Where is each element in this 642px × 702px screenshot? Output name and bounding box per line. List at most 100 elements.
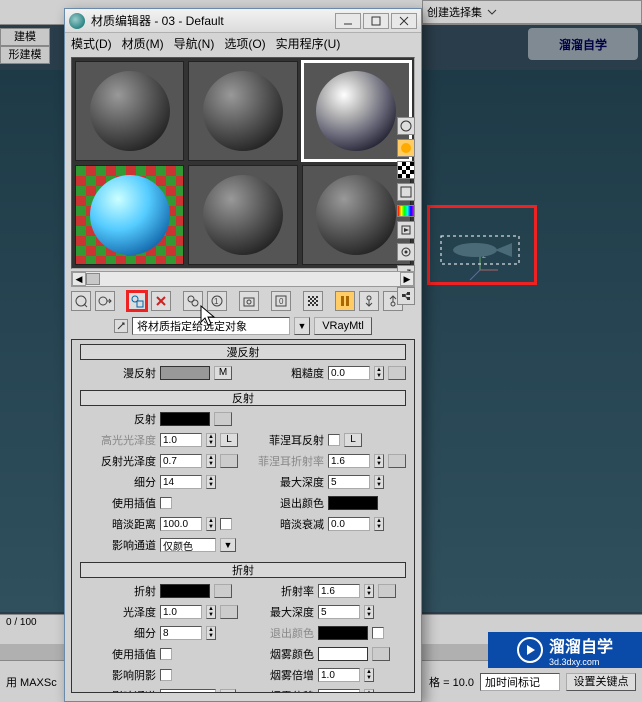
put-to-library-icon[interactable] [239, 291, 259, 311]
r-max-depth-spinner[interactable]: ▲▼ [364, 605, 374, 619]
options-icon[interactable] [397, 243, 415, 261]
fog-mult-input[interactable]: 1.0 [318, 668, 360, 682]
exit-color-swatch[interactable] [328, 496, 378, 510]
material-map-nav-icon[interactable] [397, 287, 415, 305]
bg-tab-modeling[interactable]: 建模 [0, 28, 50, 46]
ior-spinner[interactable]: ▲▼ [364, 584, 374, 598]
subdiv-spinner[interactable]: ▲▼ [206, 475, 216, 489]
section-header-refraction[interactable]: 折射 [80, 562, 406, 578]
r-affect-channel-combo[interactable]: 仅颜色 [160, 689, 216, 693]
roughness-spinner[interactable]: ▲▼ [374, 366, 384, 380]
r-exit-color-swatch[interactable] [318, 626, 368, 640]
scroll-right-icon[interactable]: ▶ [400, 272, 414, 286]
r-exit-color-checkbox[interactable] [372, 627, 384, 639]
menu-util[interactable]: 实用程序(U) [276, 35, 341, 52]
r-affect-channel-dropdown-icon[interactable]: ▼ [220, 689, 236, 693]
reflect-map-button[interactable] [214, 412, 232, 426]
reflect-gloss-map-button[interactable] [220, 454, 238, 468]
sample-type-icon[interactable] [397, 117, 415, 135]
pick-material-icon[interactable] [114, 319, 128, 333]
use-interp-checkbox[interactable] [160, 497, 172, 509]
show-map-icon[interactable] [303, 291, 323, 311]
reflect-gloss-input[interactable]: 0.7 [160, 454, 202, 468]
reset-map-icon[interactable] [151, 291, 171, 311]
hilight-gloss-spinner[interactable]: ▲▼ [206, 433, 216, 447]
swatch-scrollbar[interactable]: ◀ ▶ [71, 271, 415, 287]
dropdown-icon[interactable] [485, 5, 499, 19]
scrollbar-thumb[interactable] [86, 273, 100, 285]
r-subdiv-spinner[interactable]: ▲▼ [206, 626, 216, 640]
set-key-button[interactable]: 设置关键点 [566, 673, 636, 691]
max-depth-input[interactable]: 5 [328, 475, 370, 489]
fresnel-ior-map-button[interactable] [388, 454, 406, 468]
affect-channel-combo[interactable]: 仅颜色 [160, 538, 216, 552]
refract-color-swatch[interactable] [160, 584, 210, 598]
fresnel-ior-spinner[interactable]: ▲▼ [374, 454, 384, 468]
material-name-field[interactable]: 将材质指定给选定对象 [132, 317, 290, 335]
maximize-button[interactable] [363, 13, 389, 29]
material-slot-4[interactable] [75, 165, 184, 265]
fog-bias-input[interactable]: 0.0 [318, 689, 360, 693]
menu-options[interactable]: 选项(O) [224, 35, 265, 52]
refract-gloss-spinner[interactable]: ▲▼ [206, 605, 216, 619]
fresnel-checkbox[interactable] [328, 434, 340, 446]
hilight-gloss-input[interactable]: 1.0 [160, 433, 202, 447]
titlebar[interactable]: 材质编辑器 - 03 - Default [65, 9, 421, 33]
fog-color-map-button[interactable] [372, 647, 390, 661]
diffuse-map-button[interactable]: M [214, 366, 232, 380]
fog-color-swatch[interactable] [318, 647, 368, 661]
time-tag-button[interactable]: 加时间标记 [480, 673, 560, 691]
reflect-gloss-spinner[interactable]: ▲▼ [206, 454, 216, 468]
get-material-icon[interactable] [71, 291, 91, 311]
reflect-color-swatch[interactable] [160, 412, 210, 426]
refract-map-button[interactable] [214, 584, 232, 598]
affect-channel-dropdown-icon[interactable]: ▼ [220, 538, 236, 552]
r-use-interp-checkbox[interactable] [160, 648, 172, 660]
fog-bias-spinner[interactable]: ▲▼ [364, 689, 374, 693]
max-depth-spinner[interactable]: ▲▼ [374, 475, 384, 489]
backlight-icon[interactable] [397, 139, 415, 157]
fresnel-ior-input[interactable]: 1.6 [328, 454, 370, 468]
material-slot-5[interactable] [188, 165, 297, 265]
show-end-result-icon[interactable] [335, 291, 355, 311]
dim-dist-spinner[interactable]: ▲▼ [206, 517, 216, 531]
hilight-lock-button[interactable]: L [220, 433, 238, 447]
selected-object[interactable] [440, 235, 520, 265]
minimize-button[interactable] [335, 13, 361, 29]
refract-gloss-map-button[interactable] [220, 605, 238, 619]
dim-falloff-input[interactable]: 0.0 [328, 517, 370, 531]
maxscript-label[interactable]: 用 MAXSc [6, 674, 57, 690]
diffuse-color-swatch[interactable] [160, 366, 210, 380]
r-max-depth-input[interactable]: 5 [318, 605, 360, 619]
r-subdiv-input[interactable]: 8 [160, 626, 202, 640]
ior-map-button[interactable] [378, 584, 396, 598]
ior-input[interactable]: 1.6 [318, 584, 360, 598]
scroll-left-icon[interactable]: ◀ [72, 272, 86, 286]
roughness-map-button[interactable] [388, 366, 406, 380]
name-dropdown-icon[interactable]: ▼ [294, 317, 310, 335]
roughness-input[interactable]: 0.0 [328, 366, 370, 380]
section-header-reflection[interactable]: 反射 [80, 390, 406, 406]
material-type-button[interactable]: VRayMtl [314, 317, 372, 335]
video-color-check-icon[interactable] [397, 205, 415, 217]
make-copy-icon[interactable] [183, 291, 203, 311]
dim-falloff-spinner[interactable]: ▲▼ [374, 517, 384, 531]
dim-dist-input[interactable]: 100.0 [160, 517, 202, 531]
background-toggle-icon[interactable] [397, 161, 415, 179]
section-header-diffuse[interactable]: 漫反射 [80, 344, 406, 360]
menu-nav[interactable]: 导航(N) [174, 35, 215, 52]
material-slot-2[interactable] [188, 61, 297, 161]
assign-to-selection-icon[interactable] [127, 291, 147, 311]
make-unique-icon[interactable]: 1 [207, 291, 227, 311]
make-preview-icon[interactable] [397, 221, 415, 239]
menu-material[interactable]: 材质(M) [122, 35, 164, 52]
fog-mult-spinner[interactable]: ▲▼ [364, 668, 374, 682]
sample-uv-icon[interactable] [397, 183, 415, 201]
put-to-scene-icon[interactable] [95, 291, 115, 311]
material-slot-1[interactable] [75, 61, 184, 161]
refract-gloss-input[interactable]: 1.0 [160, 605, 202, 619]
subdiv-input[interactable]: 14 [160, 475, 202, 489]
bg-tab-shapemodel[interactable]: 形建模 [0, 46, 50, 64]
affect-shadow-checkbox[interactable] [160, 669, 172, 681]
dim-dist-checkbox[interactable] [220, 518, 232, 530]
